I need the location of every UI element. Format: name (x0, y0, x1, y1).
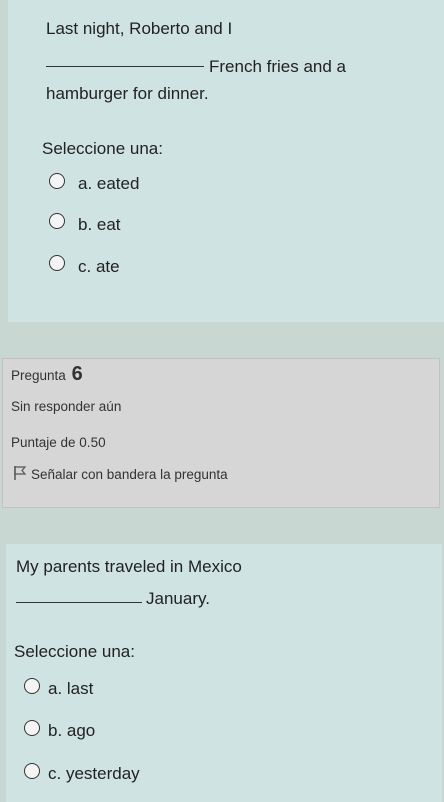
select-prompt: Seleccione una: (42, 139, 163, 158)
question-7-card: My parents traveled in Mexico January. S… (6, 544, 442, 802)
option-label[interactable]: a. eated (78, 174, 139, 194)
question-text-line1: My parents traveled in Mexico (16, 557, 242, 576)
radio-button[interactable] (49, 213, 65, 229)
flag-icon[interactable] (13, 465, 27, 481)
option-label[interactable]: a. last (48, 679, 93, 699)
option-label[interactable]: c. ate (78, 257, 120, 277)
answer-blank (46, 66, 204, 67)
answer-blank (16, 602, 142, 603)
option-label[interactable]: b. eat (78, 215, 121, 235)
question-score: Puntaje de 0.50 (11, 435, 106, 450)
question-text-line3: hamburger for dinner. (46, 84, 209, 103)
question-number: Pregunta 6 (11, 363, 83, 386)
question-text-line2: January. (146, 589, 210, 608)
radio-button[interactable] (24, 720, 40, 736)
radio-button[interactable] (24, 678, 40, 694)
question-status: Sin responder aún (11, 399, 122, 414)
question-text-line2: French fries and a (209, 57, 347, 76)
question-number-value: 6 (71, 363, 83, 385)
flag-label[interactable]: Señalar con bandera la pregunta (31, 467, 228, 482)
radio-button[interactable] (24, 763, 40, 779)
select-prompt: Seleccione una: (14, 642, 135, 661)
option-label[interactable]: c. yesterday (48, 764, 140, 784)
question-text-line1: Last night, Roberto and I (46, 19, 233, 38)
question-info-panel: Pregunta 6 Sin responder aún Puntaje de … (2, 358, 440, 508)
radio-button[interactable] (49, 255, 65, 271)
radio-button[interactable] (49, 173, 65, 189)
question-5-card: Last night, Roberto and I French fries a… (8, 0, 444, 322)
option-label[interactable]: b. ago (48, 721, 95, 741)
question-label: Pregunta (11, 368, 66, 383)
